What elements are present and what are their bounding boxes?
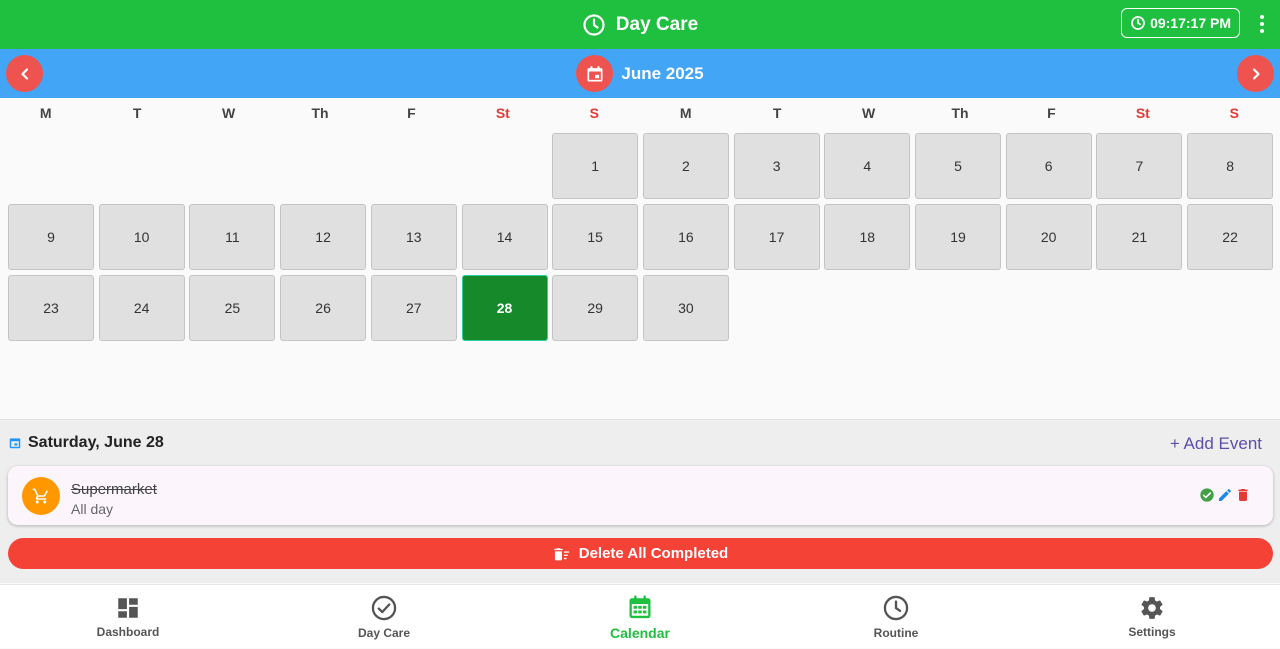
calendar-day[interactable]: 8 xyxy=(1187,133,1274,199)
weekday-label: F xyxy=(407,105,416,121)
event-avatar xyxy=(22,477,60,515)
dashboard-icon xyxy=(115,595,141,621)
calendar-icon xyxy=(626,593,654,621)
clock-icon xyxy=(882,594,910,622)
weekday-label: W xyxy=(221,105,236,121)
edit-pencil-icon[interactable] xyxy=(1217,487,1233,503)
nav-label: Settings xyxy=(1128,625,1176,639)
calendar-day[interactable]: 4 xyxy=(824,133,911,199)
previous-month-button[interactable] xyxy=(6,55,43,92)
weekday-label: Th xyxy=(951,105,969,121)
calendar-day[interactable]: 20 xyxy=(1005,204,1092,270)
calendar-day[interactable]: 22 xyxy=(1187,204,1274,270)
month-navigation-bar: June 2025 xyxy=(0,49,1280,98)
nav-settings[interactable]: Settings xyxy=(1024,585,1280,649)
calendar-day-selected[interactable]: 28 xyxy=(461,275,548,341)
clock-icon xyxy=(582,13,606,37)
calendar-day[interactable]: 27 xyxy=(370,275,457,341)
calendar-day[interactable]: 16 xyxy=(642,204,729,270)
delete-trash-icon[interactable] xyxy=(1235,487,1251,503)
completed-check-icon[interactable] xyxy=(1199,487,1215,503)
calendar-day[interactable]: 21 xyxy=(1096,204,1183,270)
gear-icon xyxy=(1139,595,1165,621)
calendar-day[interactable]: 17 xyxy=(733,204,820,270)
event-time: All day xyxy=(71,501,114,517)
selected-date-heading: Saturday, June 28 xyxy=(8,434,164,452)
calendar-day[interactable]: 6 xyxy=(1005,133,1092,199)
month-icon-button[interactable] xyxy=(576,55,614,92)
calendar-day[interactable]: 10 xyxy=(98,204,185,270)
nav-label: Day Care xyxy=(357,626,411,640)
weekday-label: T xyxy=(772,105,782,121)
calendar-day[interactable]: 1 xyxy=(552,133,639,199)
nav-label: Dashboard xyxy=(96,625,160,639)
calendar-day[interactable]: 30 xyxy=(642,275,729,341)
calendar-day[interactable]: 18 xyxy=(824,204,911,270)
calendar-day[interactable]: 13 xyxy=(370,204,457,270)
weekday-label: St xyxy=(1135,105,1150,121)
app-header: Day Care 09:17:17 PM xyxy=(0,0,1280,49)
delete-sweep-icon xyxy=(553,546,571,562)
calendar-day[interactable]: 11 xyxy=(189,204,276,270)
month-label: June 2025 xyxy=(621,63,704,83)
app-title-text: Day Care xyxy=(615,13,699,35)
overflow-menu-icon[interactable] xyxy=(1254,12,1270,36)
chevron-right-icon xyxy=(1249,67,1263,81)
weekday-label: St xyxy=(495,105,510,121)
delete-all-completed-button[interactable]: Delete All Completed xyxy=(8,538,1273,569)
weekday-label: S xyxy=(1229,105,1239,121)
calendar-day[interactable]: 15 xyxy=(552,204,639,270)
chevron-left-icon xyxy=(18,67,32,81)
current-time: 09:17:17 PM xyxy=(1150,15,1231,31)
weekday-label: T xyxy=(132,105,142,121)
calendar-day[interactable]: 29 xyxy=(552,275,639,341)
events-panel: Saturday, June 28 + Add Event Supermarke… xyxy=(0,419,1280,583)
weekday-header-row: M T W Th F St S M T W Th F St S xyxy=(0,98,1280,128)
weekday-label: F xyxy=(1047,105,1056,121)
nav-label: Calendar xyxy=(610,625,670,641)
calendar-day[interactable]: 25 xyxy=(189,275,276,341)
calendar-day[interactable]: 12 xyxy=(280,204,367,270)
bottom-navigation: Dashboard Day Care Calendar Routine Sett… xyxy=(0,584,1280,648)
next-month-button[interactable] xyxy=(1237,55,1274,92)
nav-dashboard[interactable]: Dashboard xyxy=(0,585,256,649)
delete-all-completed-label: Delete All Completed xyxy=(578,545,729,562)
event-card[interactable]: Supermarket All day xyxy=(8,466,1273,525)
calendar-grid: 1 2 3 4 5 6 7 8 9 10 11 12 13 14 15 16 17 18 19 20 21 22 23 24 2… xyxy=(0,128,1280,418)
calendar-day[interactable]: 5 xyxy=(915,133,1001,199)
weekday-label: Th xyxy=(311,105,329,121)
nav-day-care[interactable]: Day Care xyxy=(256,585,512,649)
check-circle-icon xyxy=(370,594,398,622)
calendar-day[interactable]: 7 xyxy=(1096,133,1183,199)
event-title: Supermarket xyxy=(71,481,157,498)
app-title: Day Care xyxy=(582,13,698,37)
calendar-day[interactable]: 2 xyxy=(642,133,729,199)
clock-small-icon xyxy=(1130,15,1146,31)
selected-date-text: Saturday, June 28 xyxy=(28,434,164,451)
nav-label: Routine xyxy=(873,626,919,640)
weekday-label: M xyxy=(39,105,52,121)
calendar-day[interactable]: 26 xyxy=(280,275,367,341)
cart-icon xyxy=(32,487,50,505)
time-display[interactable]: 09:17:17 PM xyxy=(1121,8,1240,38)
calendar-small-icon xyxy=(8,436,22,450)
nav-routine[interactable]: Routine xyxy=(768,585,1024,649)
calendar-day[interactable]: 19 xyxy=(915,204,1001,270)
weekday-label: M xyxy=(679,105,692,121)
calendar-day[interactable]: 3 xyxy=(733,133,820,199)
calendar-day[interactable]: 23 xyxy=(8,275,94,341)
weekday-label: W xyxy=(861,105,876,121)
calendar-day[interactable]: 14 xyxy=(461,204,548,270)
calendar-day[interactable]: 24 xyxy=(98,275,185,341)
weekday-label: S xyxy=(589,105,599,121)
event-actions xyxy=(1199,487,1251,503)
calendar-event-icon xyxy=(585,64,605,84)
calendar-day[interactable]: 9 xyxy=(8,204,94,270)
month-title[interactable]: June 2025 xyxy=(576,55,704,92)
add-event-button[interactable]: + Add Event xyxy=(1170,434,1262,454)
nav-calendar[interactable]: Calendar xyxy=(512,585,768,649)
